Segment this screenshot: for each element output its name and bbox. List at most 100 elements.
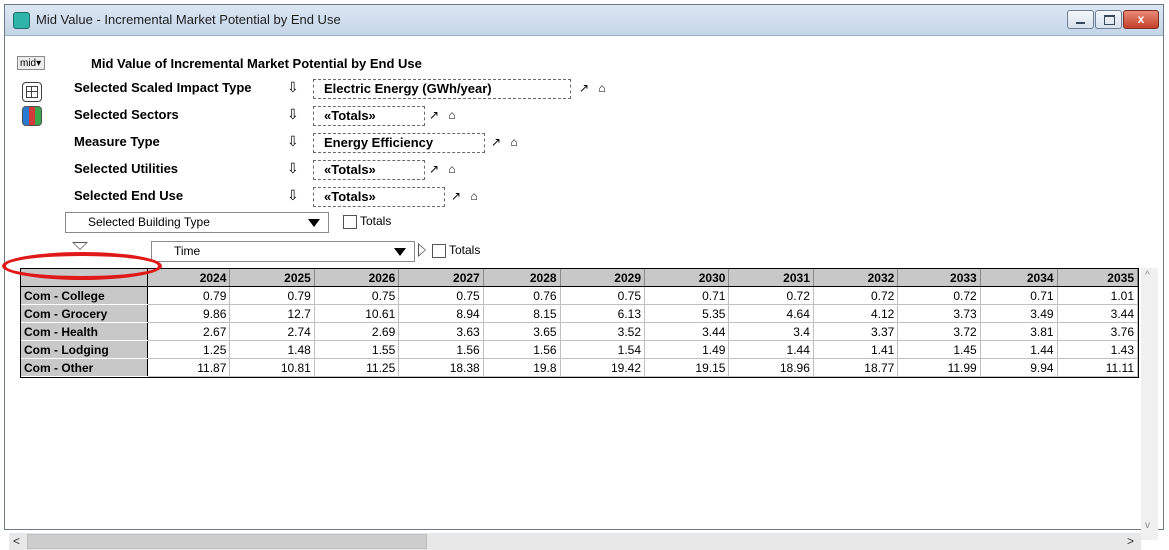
table-cell[interactable]: 3.44 (1057, 304, 1139, 323)
column-header[interactable]: 2025 (229, 269, 315, 287)
sectors-dropdown[interactable]: «Totals» (313, 106, 425, 126)
horizontal-scrollbar[interactable]: < > (9, 533, 1141, 550)
row-header[interactable]: Com - College (21, 286, 148, 305)
row-header[interactable]: Com - Other (21, 358, 148, 377)
down-arrow-icon[interactable]: ⇩ (287, 161, 299, 175)
table-cell[interactable]: 10.81 (229, 358, 315, 377)
table-cell[interactable]: 3.37 (813, 322, 899, 341)
table-cell[interactable]: 0.71 (980, 286, 1058, 305)
table-cell[interactable]: 0.72 (813, 286, 899, 305)
table-cell[interactable]: 4.12 (813, 304, 899, 323)
column-header[interactable]: 2030 (644, 269, 730, 287)
table-cell[interactable]: 1.56 (483, 340, 561, 359)
close-button[interactable]: x (1123, 10, 1159, 29)
table-cell[interactable]: 1.43 (1057, 340, 1139, 359)
table-cell[interactable]: 11.25 (314, 358, 400, 377)
table-cell[interactable]: 8.94 (398, 304, 484, 323)
table-cell[interactable]: 0.72 (728, 286, 814, 305)
table-cell[interactable]: 9.94 (980, 358, 1058, 377)
scroll-up-icon[interactable]: ^ (1145, 270, 1150, 281)
column-header[interactable]: 2034 (980, 269, 1058, 287)
table-cell[interactable]: 8.15 (483, 304, 561, 323)
column-header[interactable]: 2028 (483, 269, 561, 287)
column-header[interactable]: 2024 (147, 269, 231, 287)
table-cell[interactable]: 0.72 (897, 286, 981, 305)
table-cell[interactable]: 18.38 (398, 358, 484, 377)
table-cell[interactable]: 1.56 (398, 340, 484, 359)
table-cell[interactable]: 3.63 (398, 322, 484, 341)
title-bar[interactable]: Mid Value - Incremental Market Potential… (5, 5, 1163, 36)
table-cell[interactable]: 0.75 (314, 286, 400, 305)
table-cell[interactable]: 12.7 (229, 304, 315, 323)
scroll-down-icon[interactable]: v (1145, 520, 1150, 531)
scroll-left-icon[interactable]: < (13, 534, 20, 548)
table-cell[interactable]: 0.79 (147, 286, 231, 305)
table-cell[interactable]: 9.86 (147, 304, 231, 323)
table-cell[interactable]: 3.52 (560, 322, 646, 341)
vertical-scrollbar[interactable]: ^ v (1141, 268, 1158, 540)
column-header[interactable]: 2029 (560, 269, 646, 287)
table-cell[interactable]: 1.55 (314, 340, 400, 359)
column-header[interactable]: 2032 (813, 269, 899, 287)
table-cell[interactable]: 11.87 (147, 358, 231, 377)
mid-selector-button[interactable]: mid▾ (17, 56, 45, 70)
table-cell[interactable]: 3.76 (1057, 322, 1139, 341)
table-cell[interactable]: 3.44 (644, 322, 730, 341)
table-cell[interactable]: 0.71 (644, 286, 730, 305)
index-action-icons[interactable]: ↗ ⌂ (429, 108, 459, 122)
table-view-icon[interactable] (22, 82, 42, 102)
table-cell[interactable]: 1.41 (813, 340, 899, 359)
table-cell[interactable]: 1.01 (1057, 286, 1139, 305)
table-cell[interactable]: 3.4 (728, 322, 814, 341)
table-cell[interactable]: 11.99 (897, 358, 981, 377)
table-cell[interactable]: 1.48 (229, 340, 315, 359)
table-cell[interactable]: 1.45 (897, 340, 981, 359)
table-cell[interactable]: 19.42 (560, 358, 646, 377)
table-cell[interactable]: 2.69 (314, 322, 400, 341)
table-cell[interactable]: 18.77 (813, 358, 899, 377)
column-header[interactable]: 2026 (314, 269, 400, 287)
row-header[interactable]: Com - Lodging (21, 340, 148, 359)
table-cell[interactable]: 5.35 (644, 304, 730, 323)
table-cell[interactable]: 3.72 (897, 322, 981, 341)
down-arrow-icon[interactable]: ⇩ (287, 80, 299, 94)
table-cell[interactable]: 6.13 (560, 304, 646, 323)
measure-type-dropdown[interactable]: Energy Efficiency (313, 133, 485, 153)
table-cell[interactable]: 0.76 (483, 286, 561, 305)
column-totals-checkbox[interactable] (432, 244, 446, 258)
index-action-icons[interactable]: ↗ ⌂ (579, 81, 609, 95)
scroll-right-icon[interactable]: > (1127, 534, 1134, 548)
table-cell[interactable]: 0.75 (560, 286, 646, 305)
table-cell[interactable]: 19.15 (644, 358, 730, 377)
column-header[interactable]: 2035 (1057, 269, 1139, 287)
end-use-dropdown[interactable]: «Totals» (313, 187, 445, 207)
table-cell[interactable]: 3.65 (483, 322, 561, 341)
table-cell[interactable]: 1.25 (147, 340, 231, 359)
horizontal-scroll-thumb[interactable] (27, 534, 427, 549)
utilities-dropdown[interactable]: «Totals» (313, 160, 425, 180)
down-arrow-icon[interactable]: ⇩ (287, 134, 299, 148)
table-cell[interactable]: 10.61 (314, 304, 400, 323)
table-cell[interactable]: 3.81 (980, 322, 1058, 341)
index-action-icons[interactable]: ↗ ⌂ (451, 189, 481, 203)
index-action-icons[interactable]: ↗ ⌂ (491, 135, 521, 149)
table-cell[interactable]: 11.11 (1057, 358, 1139, 377)
table-cell[interactable]: 4.64 (728, 304, 814, 323)
column-header[interactable]: 2027 (398, 269, 484, 287)
index-action-icons[interactable]: ↗ ⌂ (429, 162, 459, 176)
graph-view-icon[interactable] (22, 106, 42, 126)
row-dimension-select[interactable]: Selected Building Type (65, 212, 329, 233)
table-cell[interactable]: 1.44 (980, 340, 1058, 359)
table-cell[interactable]: 0.79 (229, 286, 315, 305)
table-cell[interactable]: 19.8 (483, 358, 561, 377)
maximize-button[interactable] (1095, 10, 1122, 29)
table-cell[interactable]: 3.49 (980, 304, 1058, 323)
down-arrow-icon[interactable]: ⇩ (287, 107, 299, 121)
table-cell[interactable]: 0.75 (398, 286, 484, 305)
column-header[interactable]: 2033 (897, 269, 981, 287)
table-cell[interactable]: 1.44 (728, 340, 814, 359)
scaled-impact-type-dropdown[interactable]: Electric Energy (GWh/year) (313, 79, 571, 99)
column-header[interactable]: 2031 (728, 269, 814, 287)
table-cell[interactable]: 3.73 (897, 304, 981, 323)
table-cell[interactable]: 18.96 (728, 358, 814, 377)
